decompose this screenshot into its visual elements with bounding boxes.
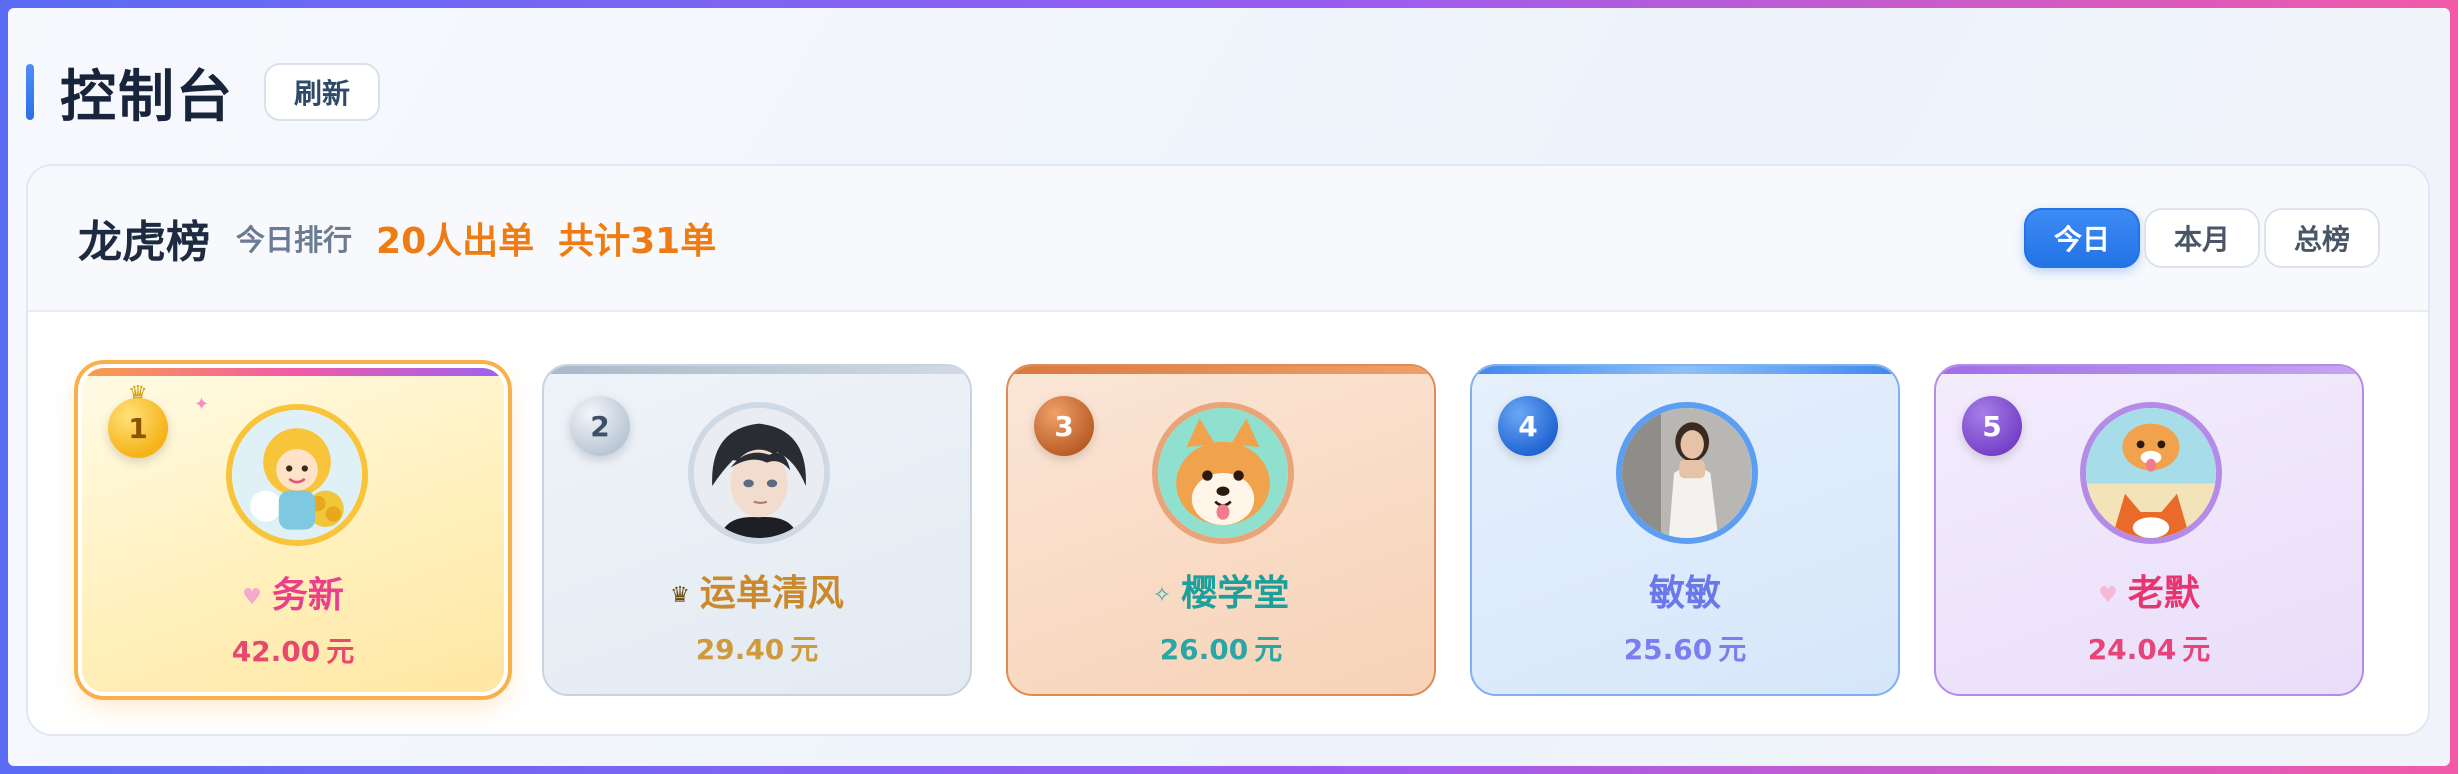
user-name: ✧ 樱学堂 (1008, 564, 1434, 616)
tab-all-time[interactable]: 总榜 (2263, 208, 2380, 268)
refresh-button[interactable]: 刷新 (264, 63, 381, 121)
card-top-accent (82, 368, 504, 376)
user-name: ♥ 老默 (1936, 564, 2362, 616)
anime-boy-avatar-icon (694, 408, 824, 538)
tab-today[interactable]: 今日 (2023, 208, 2140, 268)
amount-value: 26.00 (1159, 633, 1249, 666)
amount-unit: 元 (326, 635, 355, 668)
leaderboard-card-3[interactable]: 3 ✧ 樱学堂 26.00 元 (1006, 364, 1436, 696)
user-name: ♥ 务新 (82, 566, 504, 618)
amount-value: 29.40 (695, 633, 785, 666)
fox-avatar-icon (2086, 408, 2216, 538)
woman-photo-avatar-icon (1622, 408, 1752, 538)
crown-icon: ♛ (670, 582, 690, 608)
user-avatar[interactable] (226, 404, 368, 546)
card-top-accent (1936, 366, 2362, 374)
leaderboard-header: 龙虎榜 今日排行 20人出单 共计31单 今日 本月 总榜 (28, 166, 2428, 312)
user-avatar[interactable] (688, 402, 830, 544)
user-name-text: 樱学堂 (1181, 573, 1290, 614)
amount-value: 25.60 (1623, 633, 1713, 666)
rank-badge: 4 (1498, 396, 1558, 456)
user-name: ♛ 运单清风 (544, 564, 970, 616)
amount-unit: 元 (1718, 633, 1747, 666)
user-avatar[interactable] (2080, 402, 2222, 544)
card-top-accent (544, 366, 970, 374)
leaderboard-card-2[interactable]: 2 ♛ 运单清风 29.40 元 (542, 364, 972, 696)
dashboard-app: 控制台 刷新 龙虎榜 今日排行 20人出单 共计31单 今日 本月 总榜 ♛ ✦… (8, 8, 2450, 766)
user-avatar[interactable] (1152, 402, 1294, 544)
rank-badge: 3 (1034, 396, 1094, 456)
title-accent-bar (26, 64, 34, 120)
user-amount: 26.00 元 (1008, 628, 1434, 668)
leaderboard-subtitle: 今日排行 (236, 223, 353, 257)
user-name-text: 务新 (271, 575, 344, 616)
rank-badge: 1 (108, 398, 168, 458)
card-top-accent (1472, 366, 1898, 374)
amount-value: 42.00 (231, 635, 321, 668)
people-count-stat: 20人出单 (376, 221, 535, 262)
rank-badge: 2 (570, 396, 630, 456)
shiba-dog-avatar-icon (1158, 408, 1288, 538)
amount-value: 24.04 (2087, 633, 2177, 666)
user-amount: 25.60 元 (1472, 628, 1898, 668)
user-avatar[interactable] (1616, 402, 1758, 544)
leaderboard-card-4[interactable]: 4 敏敏 25.60 元 (1470, 364, 1900, 696)
heart-icon: ♥ (2098, 582, 2118, 608)
leaderboard-title: 龙虎榜 (78, 217, 210, 268)
rank-badge: 5 (1962, 396, 2022, 456)
user-name-text: 敏敏 (1648, 573, 1721, 614)
user-amount: 29.40 元 (544, 628, 970, 668)
order-total-stat: 共计31单 (558, 221, 717, 262)
user-name-text: 老默 (2127, 573, 2200, 614)
user-amount: 24.04 元 (1936, 628, 2362, 668)
range-tabs: 今日 本月 总榜 (2023, 208, 2380, 268)
user-name-text: 运单清风 (699, 573, 844, 614)
sparkle-icon: ✧ (1152, 582, 1172, 608)
leaderboard-card-5[interactable]: 5 ♥ 老默 24.04 元 (1934, 364, 2364, 696)
card-top-accent (1008, 366, 1434, 374)
leaderboard-cards: ♛ ✦ 1 ♥ 务新 42.00 元 2 ♛ 运单清风 29.40 元 3 ✧ … (78, 364, 2364, 696)
user-name: 敏敏 (1472, 564, 1898, 616)
amount-unit: 元 (2182, 633, 2211, 666)
leaderboard-card-1[interactable]: ♛ ✦ 1 ♥ 务新 42.00 元 (78, 364, 508, 696)
sparkle-icon: ✦ (194, 394, 210, 415)
tab-month[interactable]: 本月 (2143, 208, 2260, 268)
leaderboard-panel: 龙虎榜 今日排行 20人出单 共计31单 今日 本月 总榜 ♛ ✦ 1 ♥ 务新… (26, 164, 2430, 736)
heart-icon: ♥ (242, 584, 262, 610)
amount-unit: 元 (1254, 633, 1283, 666)
amount-unit: 元 (790, 633, 819, 666)
page-header: 控制台 刷新 (26, 56, 381, 130)
page-title: 控制台 (60, 64, 234, 130)
user-amount: 42.00 元 (82, 630, 504, 670)
anime-girl-avatar-icon (232, 410, 362, 540)
